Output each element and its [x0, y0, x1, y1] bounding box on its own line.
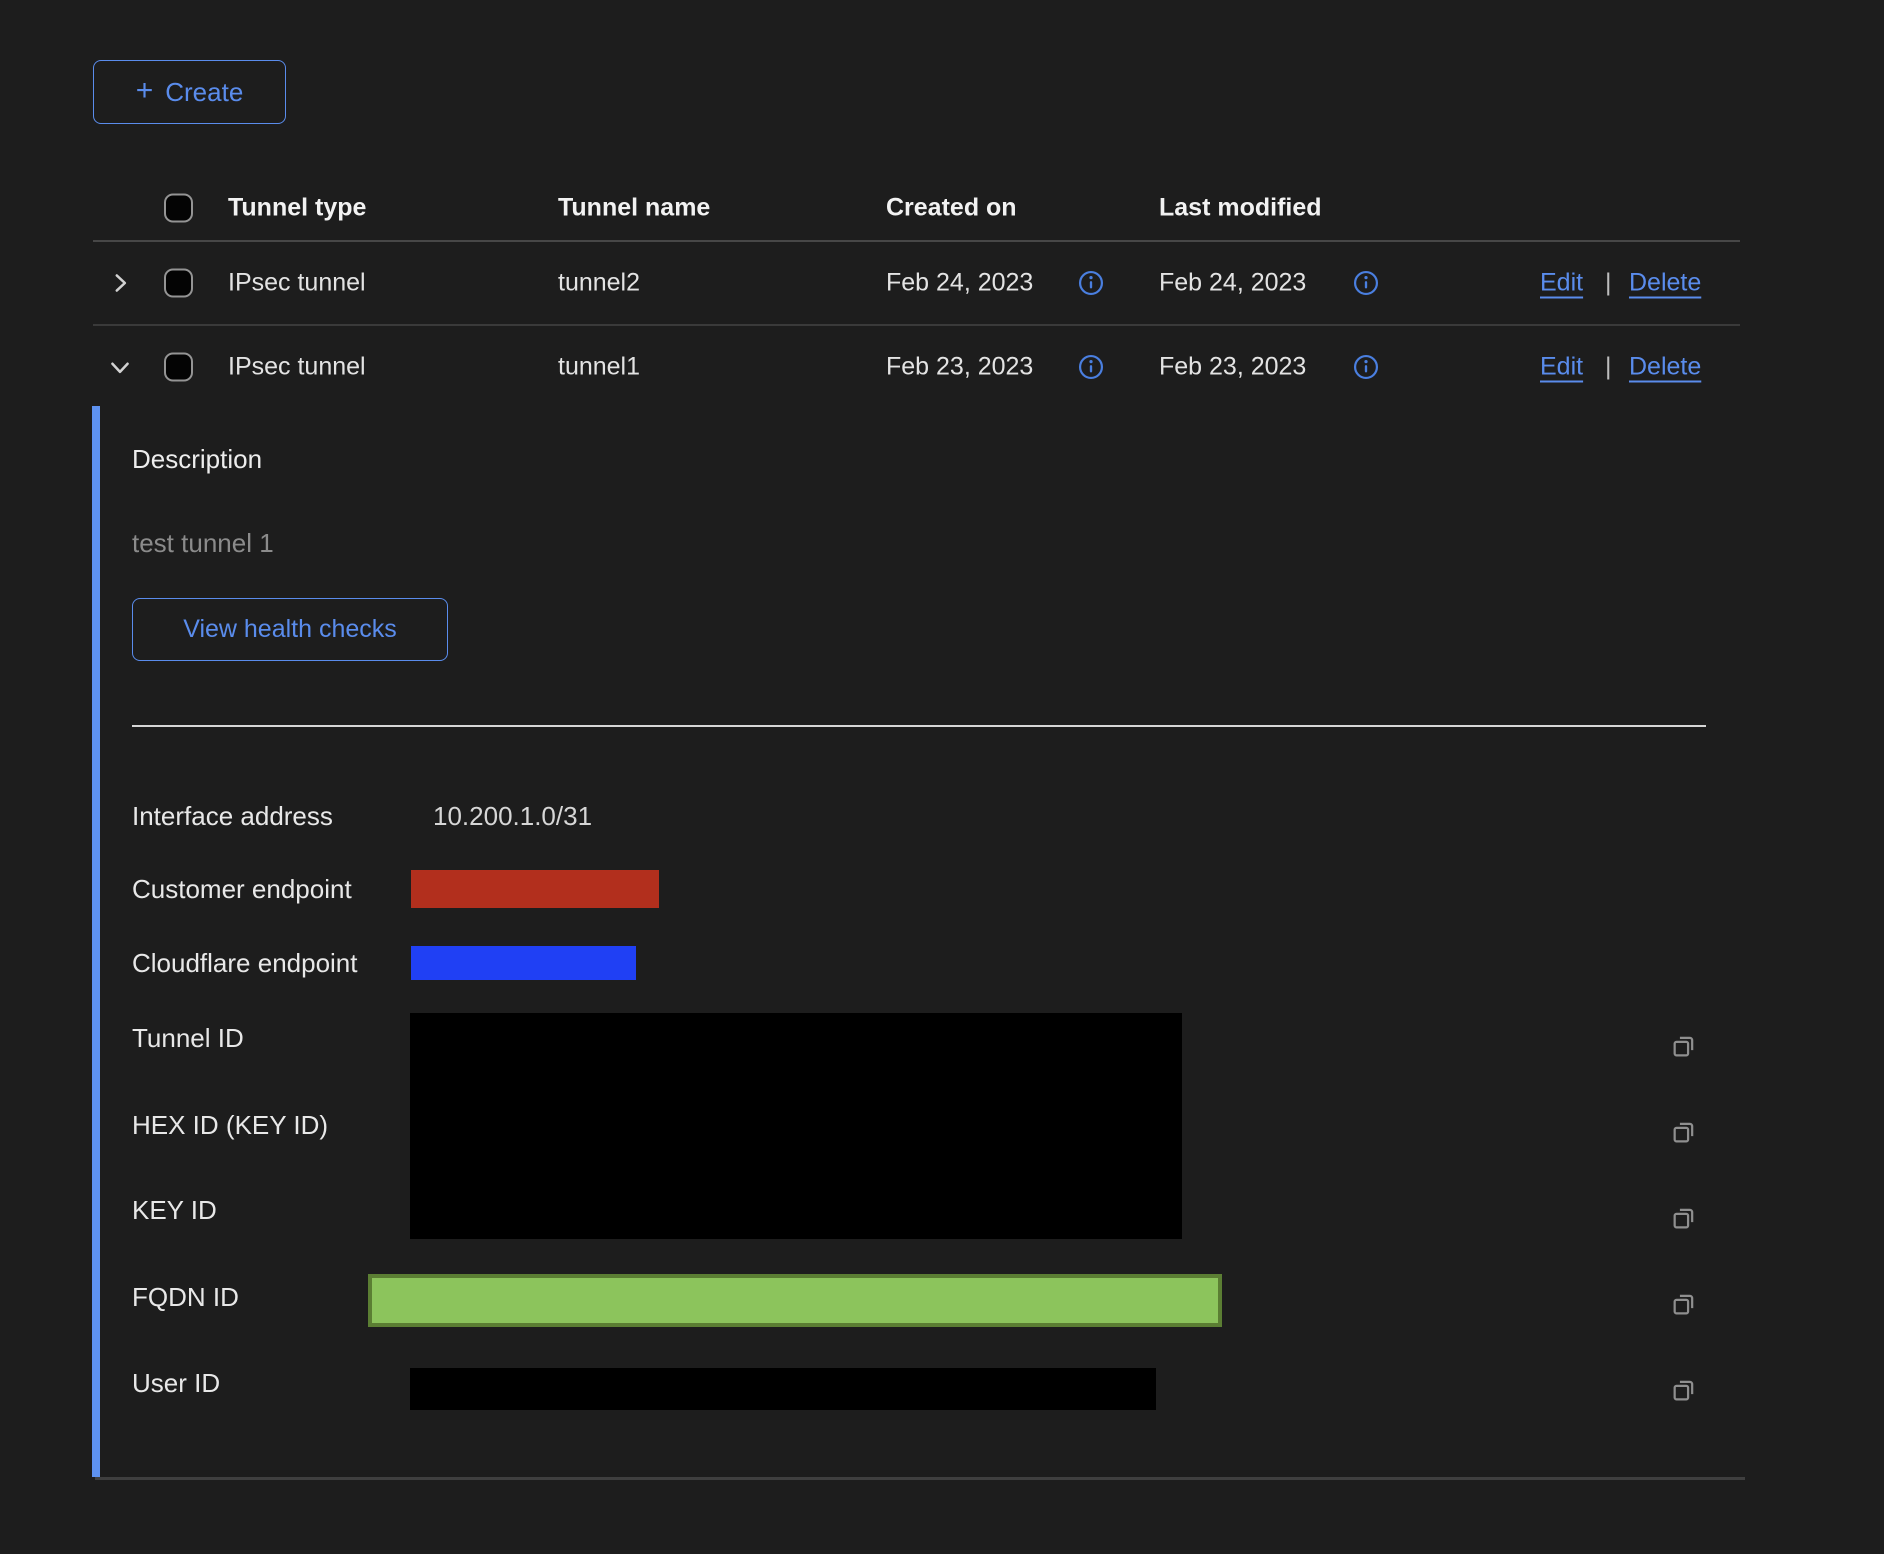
- chevron-right-icon: [107, 270, 133, 296]
- interface-address-value: 10.200.1.0/31: [433, 800, 592, 832]
- copy-key-id-button[interactable]: [1664, 1198, 1704, 1238]
- action-separator: |: [1605, 353, 1612, 382]
- view-health-checks-button[interactable]: View health checks: [132, 598, 448, 661]
- tunnel-name-cell: tunnel1: [558, 353, 640, 382]
- table-row: IPsec tunnel tunnel1 Feb 23, 2023 Feb 23…: [93, 325, 1740, 409]
- cloudflare-endpoint-label: Cloudflare endpoint: [132, 947, 358, 979]
- tunnel-ids-redaction: [410, 1013, 1182, 1239]
- table-bottom-divider: [95, 1477, 1745, 1480]
- create-button[interactable]: + Create: [93, 60, 286, 124]
- created-on-info-icon[interactable]: [1078, 269, 1106, 297]
- fqdn-id-redaction: [368, 1274, 1222, 1327]
- last-modified-cell: Feb 24, 2023: [1159, 268, 1306, 297]
- cloudflare-endpoint-redaction: [411, 946, 636, 980]
- column-header-tunnel-name: Tunnel name: [558, 194, 710, 223]
- copy-fqdn-id-button[interactable]: [1664, 1284, 1704, 1324]
- delete-link[interactable]: Delete: [1629, 268, 1701, 297]
- column-header-created-on: Created on: [886, 194, 1017, 223]
- last-modified-info-icon[interactable]: [1353, 269, 1381, 297]
- created-on-cell: Feb 23, 2023: [886, 353, 1033, 382]
- copy-hex-id-button[interactable]: [1664, 1112, 1704, 1152]
- copy-tunnel-id-button[interactable]: [1664, 1026, 1704, 1066]
- edit-link[interactable]: Edit: [1540, 268, 1583, 297]
- create-button-label: Create: [165, 77, 243, 108]
- column-header-tunnel-type: Tunnel type: [228, 194, 366, 223]
- table-row: IPsec tunnel tunnel2 Feb 24, 2023 Feb 24…: [93, 241, 1740, 324]
- copy-icon: [1670, 1376, 1698, 1404]
- interface-address-label: Interface address: [132, 800, 333, 832]
- row-checkbox[interactable]: [164, 353, 193, 382]
- hex-id-label: HEX ID (KEY ID): [132, 1109, 328, 1141]
- table-header-row: Tunnel type Tunnel name Created on Last …: [93, 176, 1740, 240]
- column-header-last-modified: Last modified: [1159, 194, 1322, 223]
- detail-section-divider: [132, 725, 1706, 727]
- action-separator: |: [1605, 268, 1612, 297]
- created-on-info-icon[interactable]: [1078, 353, 1106, 381]
- customer-endpoint-redaction: [411, 870, 659, 908]
- description-value: test tunnel 1: [132, 528, 274, 559]
- last-modified-cell: Feb 23, 2023: [1159, 353, 1306, 382]
- fqdn-id-label: FQDN ID: [132, 1281, 239, 1313]
- ipsec-tunnels-page: + Create Tunnel type Tunnel name Created…: [0, 0, 1884, 1554]
- tunnel-id-label: Tunnel ID: [132, 1022, 244, 1054]
- tunnel-name-cell: tunnel2: [558, 268, 640, 297]
- user-id-label: User ID: [132, 1367, 220, 1399]
- plus-icon: +: [136, 76, 154, 106]
- expand-row-button[interactable]: [103, 266, 137, 300]
- copy-icon: [1670, 1118, 1698, 1146]
- edit-link[interactable]: Edit: [1540, 353, 1583, 382]
- tunnel-type-cell: IPsec tunnel: [228, 268, 366, 297]
- copy-user-id-button[interactable]: [1664, 1370, 1704, 1410]
- copy-icon: [1670, 1290, 1698, 1318]
- copy-icon: [1670, 1204, 1698, 1232]
- created-on-cell: Feb 24, 2023: [886, 268, 1033, 297]
- expanded-row-accent-bar: [92, 406, 100, 1477]
- delete-link[interactable]: Delete: [1629, 353, 1701, 382]
- customer-endpoint-label: Customer endpoint: [132, 873, 352, 905]
- row-checkbox[interactable]: [164, 268, 193, 297]
- copy-icon: [1670, 1032, 1698, 1060]
- tunnel-type-cell: IPsec tunnel: [228, 353, 366, 382]
- last-modified-info-icon[interactable]: [1353, 353, 1381, 381]
- select-all-checkbox[interactable]: [164, 194, 193, 223]
- user-id-redaction: [410, 1368, 1156, 1410]
- description-label: Description: [132, 444, 262, 475]
- key-id-label: KEY ID: [132, 1194, 217, 1226]
- collapse-row-button[interactable]: [103, 350, 137, 384]
- chevron-down-icon: [107, 354, 133, 380]
